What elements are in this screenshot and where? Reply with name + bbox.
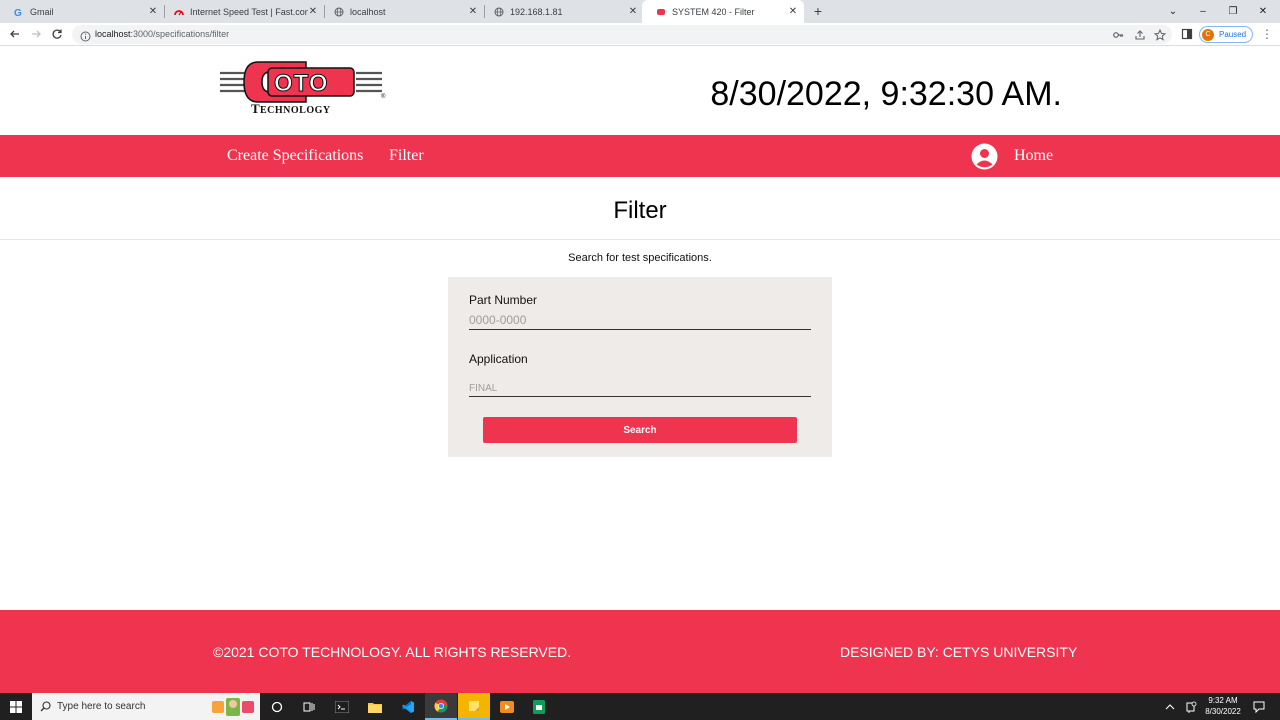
- url-host: localhost: [95, 29, 131, 39]
- sticky-notes-icon[interactable]: [458, 693, 490, 720]
- reload-icon[interactable]: [50, 27, 64, 41]
- tab-label: SYSTEM 420 - Filter: [672, 6, 755, 17]
- browser-toolbar: localhost:3000/specifications/filter C P…: [0, 23, 1280, 46]
- tab-system-420-filter[interactable]: SYSTEM 420 - Filter ✕: [642, 0, 804, 23]
- search-icon: [40, 701, 51, 712]
- media-player-icon[interactable]: [491, 693, 523, 720]
- forward-arrow-icon[interactable]: [29, 27, 43, 41]
- vscode-icon[interactable]: [392, 693, 424, 720]
- terminal-icon[interactable]: [326, 693, 358, 720]
- nav-create-specifications[interactable]: Create Specifications: [227, 147, 363, 165]
- url-text: localhost:3000/specifications/filter: [95, 29, 229, 39]
- globe-icon: [334, 7, 344, 17]
- page-subtitle: Search for test specifications.: [568, 252, 712, 264]
- close-icon[interactable]: ✕: [308, 6, 318, 17]
- info-icon[interactable]: [80, 29, 91, 42]
- notification-icon[interactable]: [1251, 693, 1267, 720]
- task-view-icon[interactable]: [293, 693, 325, 720]
- profile-status: Paused: [1219, 30, 1247, 39]
- network-icon[interactable]: [1183, 693, 1199, 720]
- tab-label: localhost: [350, 6, 386, 17]
- chrome-icon[interactable]: [425, 693, 457, 720]
- avatar: C: [1202, 28, 1214, 41]
- window-close-icon[interactable]: ✕: [1246, 0, 1280, 23]
- spreadsheet-icon[interactable]: [523, 693, 555, 720]
- taskbar-search[interactable]: Type here to search: [32, 693, 260, 720]
- page-title: Filter: [613, 197, 667, 224]
- nav-filter[interactable]: Filter: [389, 147, 424, 165]
- taskbar-clock[interactable]: 9:32 AM 8/30/2022: [1198, 695, 1248, 717]
- taskbar-search-placeholder: Type here to search: [57, 701, 146, 712]
- svg-text:OTO: OTO: [274, 70, 329, 97]
- clock-time: 9:32 AM: [1208, 696, 1238, 705]
- application-label: Application: [469, 352, 528, 366]
- cortana-icon[interactable]: [261, 693, 293, 720]
- search-highlight-icon: [210, 695, 258, 718]
- part-number-input[interactable]: [469, 310, 811, 330]
- url-path: :3000/specifications/filter: [130, 29, 230, 39]
- browser-tab-strip: G Gmail ✕ Internet Speed Test | Fast.com…: [0, 0, 1280, 23]
- current-datetime: 8/30/2022, 9:32:30 AM.: [710, 75, 1062, 113]
- globe-icon: [494, 7, 504, 17]
- close-icon[interactable]: ✕: [468, 6, 478, 17]
- filter-form: Part Number Application Search: [448, 277, 832, 457]
- footer-copyright: ©2021 COTO TECHNOLOGY. ALL RIGHTS RESERV…: [213, 644, 572, 660]
- side-panel-icon[interactable]: [1181, 28, 1193, 40]
- new-tab-icon[interactable]: +: [811, 4, 825, 18]
- speedometer-icon: [174, 7, 184, 17]
- close-icon[interactable]: ✕: [148, 6, 158, 17]
- chevron-up-icon[interactable]: [1162, 693, 1178, 720]
- tab-localhost[interactable]: localhost ✕: [320, 0, 484, 23]
- windows-taskbar: Type here to search 9:32 AM 8/30/2022: [0, 693, 1280, 720]
- profile-button[interactable]: C Paused: [1199, 26, 1253, 43]
- divider: [0, 239, 1280, 240]
- search-button[interactable]: Search: [483, 417, 797, 443]
- coto-technology-logo[interactable]: OTO T ECHNOLOGY ®: [218, 59, 388, 116]
- share-icon[interactable]: [1134, 29, 1146, 41]
- tab-label: 192.168.1.81: [510, 6, 563, 17]
- minimize-icon[interactable]: –: [1186, 0, 1220, 23]
- svg-text:T: T: [251, 101, 260, 115]
- tab-label: Gmail: [30, 6, 54, 17]
- windows-start-icon[interactable]: [0, 693, 32, 720]
- restore-icon[interactable]: ❐: [1216, 0, 1250, 23]
- footer-designed-by: DESIGNED BY: CETYS UNIVERSITY: [840, 644, 1078, 660]
- tab-label: Internet Speed Test | Fast.com: [190, 6, 308, 17]
- tab-gmail[interactable]: G Gmail ✕: [0, 0, 164, 23]
- close-icon[interactable]: ✕: [628, 6, 638, 17]
- application-input[interactable]: [469, 377, 811, 397]
- kebab-menu-icon[interactable]: ⋮: [1261, 27, 1273, 41]
- file-explorer-icon[interactable]: [359, 693, 391, 720]
- tab-fast-com[interactable]: Internet Speed Test | Fast.com ✕: [160, 0, 324, 23]
- chevron-down-icon[interactable]: ⌄: [1156, 0, 1190, 23]
- main-navbar: Create Specifications Filter Home: [0, 135, 1280, 177]
- page-footer: ©2021 COTO TECHNOLOGY. ALL RIGHTS RESERV…: [0, 610, 1280, 693]
- close-icon[interactable]: ✕: [788, 6, 798, 17]
- back-arrow-icon[interactable]: [8, 27, 22, 41]
- nav-home[interactable]: Home: [1014, 147, 1053, 165]
- star-icon[interactable]: [1154, 29, 1166, 41]
- user-account-icon[interactable]: [971, 143, 998, 170]
- tab-ip-address[interactable]: 192.168.1.81 ✕: [480, 0, 644, 23]
- clock-date: 8/30/2022: [1205, 707, 1241, 716]
- svg-text:®: ®: [381, 93, 386, 100]
- svg-text:G: G: [14, 8, 22, 17]
- key-icon[interactable]: [1112, 29, 1124, 41]
- gmail-icon: G: [14, 7, 24, 17]
- svg-text:ECHNOLOGY: ECHNOLOGY: [260, 105, 331, 115]
- page-header: OTO T ECHNOLOGY ® 8/30/2022, 9:32:30 AM.: [0, 47, 1280, 135]
- part-number-label: Part Number: [469, 293, 538, 307]
- coto-icon: [656, 7, 666, 17]
- address-bar[interactable]: localhost:3000/specifications/filter: [72, 25, 1172, 44]
